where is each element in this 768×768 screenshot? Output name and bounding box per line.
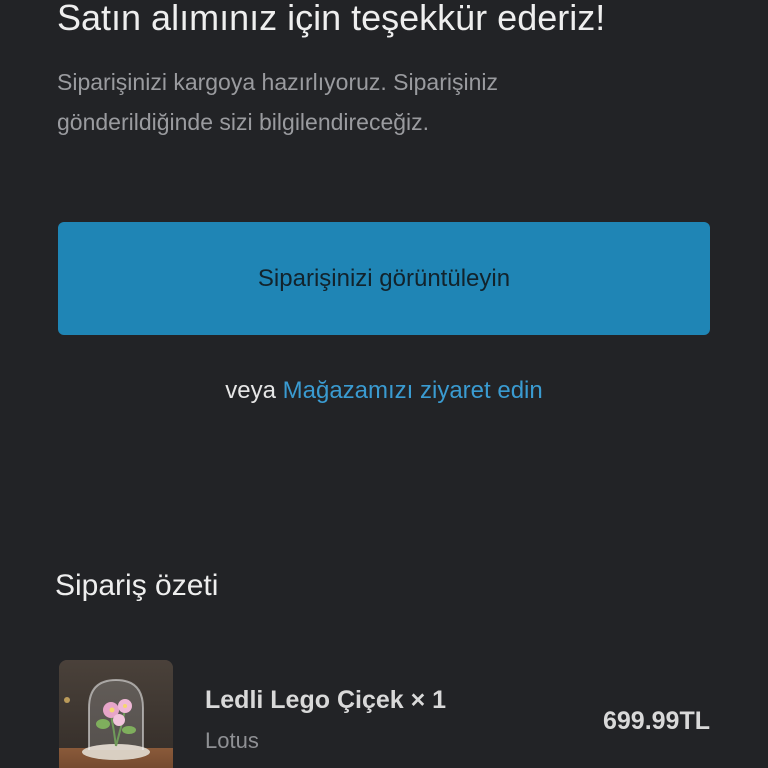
order-summary-title: Sipariş özeti xyxy=(55,569,219,602)
thank-you-title: Satın alımınız için teşekkür ederiz! xyxy=(57,0,606,38)
order-confirmation-page: Satın alımınız için teşekkür ederiz! Sip… xyxy=(0,0,768,768)
item-price: 699.99TL xyxy=(602,707,710,735)
continue-shopping-row: veya Mağazamızı ziyaret edin xyxy=(0,374,768,408)
or-text: veya xyxy=(225,377,276,404)
visit-store-link[interactable]: Mağazamızı ziyaret edin xyxy=(283,377,543,404)
item-variant: Lotus xyxy=(205,728,259,753)
item-name: Ledli Lego Çiçek × 1 xyxy=(205,686,447,714)
view-order-label: Siparişinizi görüntüleyin xyxy=(257,264,511,292)
shipping-info-text: Siparişinizi kargoya hazırlıyoruz. Sipar… xyxy=(57,69,498,135)
product-thumbnail xyxy=(59,660,173,768)
view-order-button[interactable]: Siparişinizi görüntüleyin xyxy=(58,222,710,335)
flower-dome-icon xyxy=(59,660,173,768)
